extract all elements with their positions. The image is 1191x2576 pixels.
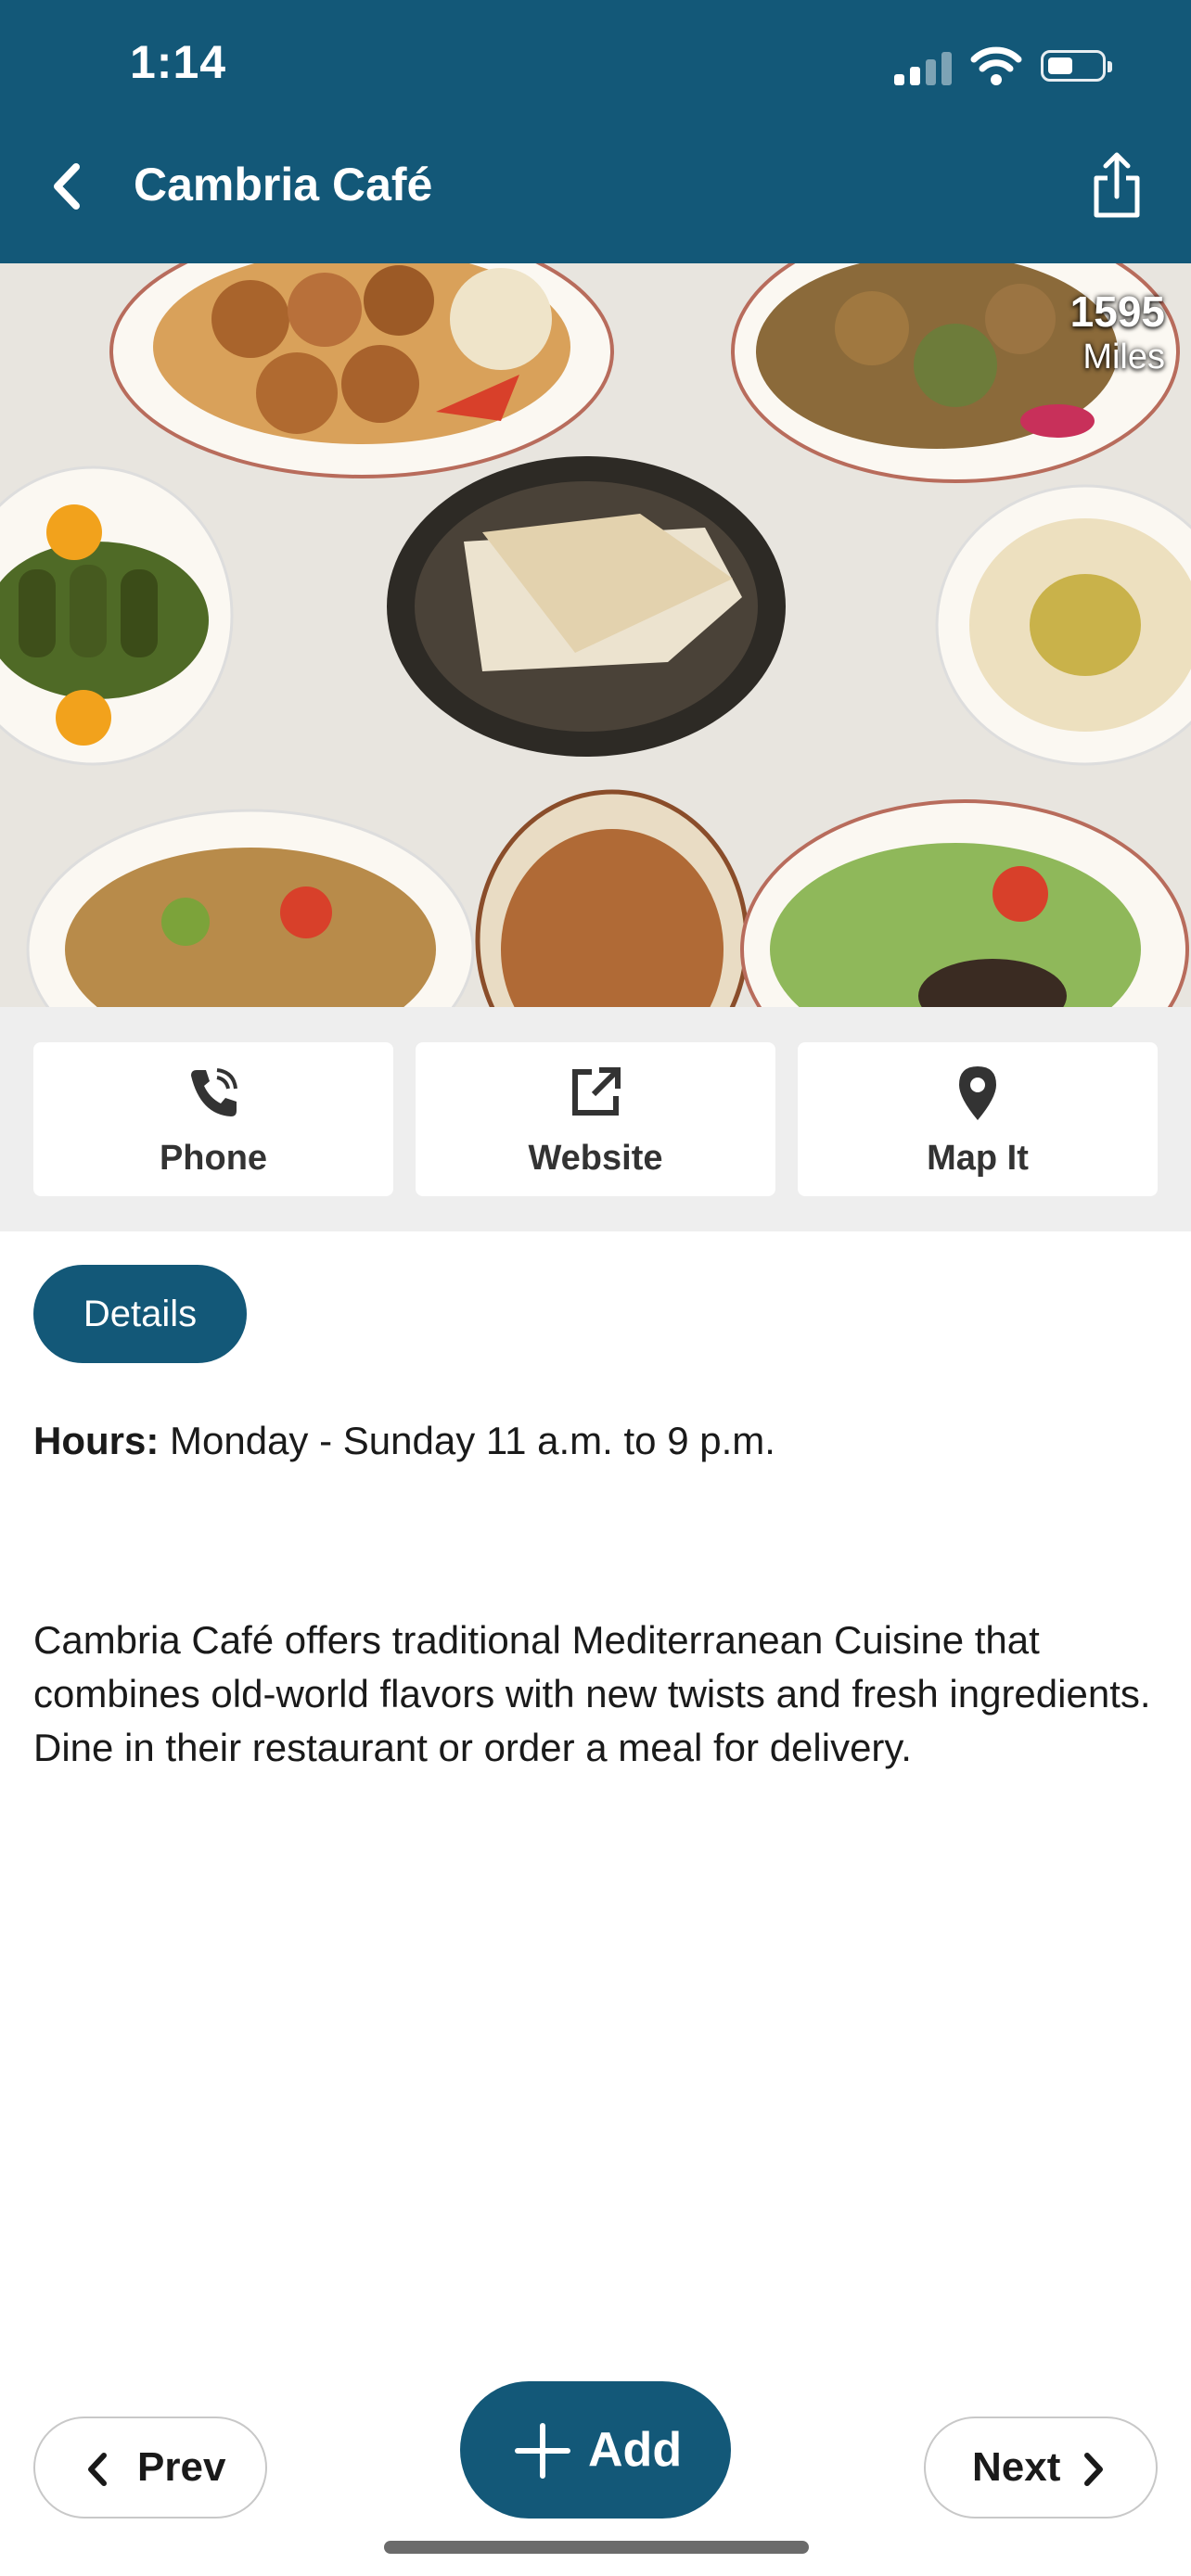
restaurant-photo: 1595 Miles [0,263,1191,1007]
wifi-icon [970,46,1022,85]
add-button[interactable]: Add [460,2381,731,2519]
page-title: Cambria Café [134,159,433,210]
action-bar: Phone Website Map It [0,1007,1191,1231]
header: 1:14 Cambria Café [0,0,1191,263]
tab-details[interactable]: Details [33,1265,247,1363]
restaurant-description: Cambria Café offers traditional Mediterr… [33,1618,1151,1769]
phone-icon [191,1068,237,1116]
prev-label: Prev [137,2444,226,2490]
external-link-icon [572,1067,621,1116]
distance-badge: 1595 Miles [1070,287,1165,378]
prev-button[interactable]: Prev [33,2417,267,2519]
website-button[interactable]: Website [416,1042,775,1196]
home-indicator [384,2541,809,2554]
cellular-signal-icon [894,52,954,85]
distance-unit: Miles [1082,338,1165,376]
next-button[interactable]: Next [924,2417,1158,2519]
chevron-right-icon [1084,2453,1103,2486]
website-label: Website [528,1139,663,1178]
status-time: 1:14 [130,36,227,88]
chevron-left-icon [88,2453,107,2486]
map-it-label: Map It [927,1139,1029,1178]
phone-button[interactable]: Phone [33,1042,393,1196]
hours-label: Hours: [33,1419,160,1462]
back-chevron-icon[interactable] [43,154,91,219]
status-icons [894,45,1117,89]
share-icon[interactable] [1087,150,1146,221]
map-pin-icon [959,1066,996,1120]
map-it-button[interactable]: Map It [798,1042,1158,1196]
plus-icon [515,2423,570,2479]
distance-value: 1595 [1069,287,1165,336]
hours-value: Monday - Sunday 11 a.m. to 9 p.m. [159,1419,775,1462]
food-plates-illustration [0,263,1191,1007]
next-label: Next [972,2444,1061,2490]
phone-label: Phone [159,1139,268,1178]
battery-icon [1041,50,1112,82]
add-label: Add [588,2423,683,2477]
hours-line: Hours: Monday - Sunday 11 a.m. to 9 p.m. [33,1419,775,1463]
